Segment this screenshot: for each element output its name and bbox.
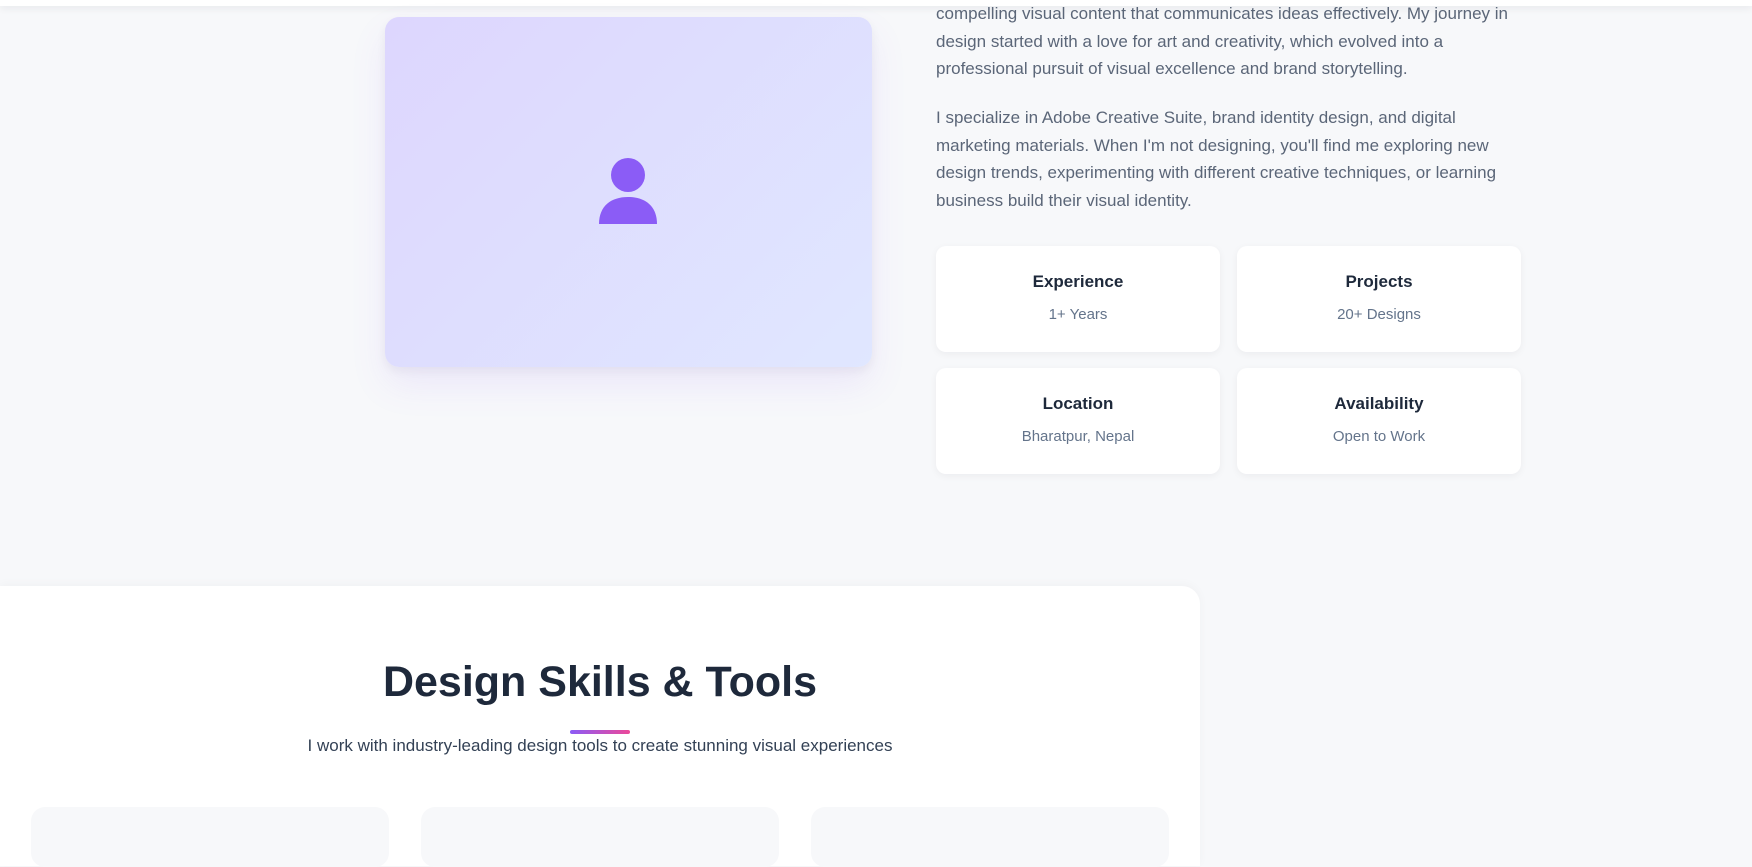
stat-title: Experience: [1032, 272, 1124, 291]
stat-title: Location: [1042, 394, 1114, 413]
stat-card-location: Location Bharatpur, Nepal: [936, 368, 1220, 474]
tool-card[interactable]: [31, 807, 389, 867]
tool-card[interactable]: [811, 807, 1169, 867]
stat-title: Projects: [1345, 272, 1413, 291]
stat-card-experience: Experience 1+ Years: [936, 246, 1220, 352]
tool-card[interactable]: [421, 807, 779, 867]
stat-value: 1+ Years: [1048, 306, 1108, 323]
stat-value: Bharatpur, Nepal: [1021, 428, 1135, 445]
title-accent-bar: [570, 730, 630, 734]
user-icon: [599, 158, 657, 224]
stat-title: Availability: [1334, 394, 1424, 413]
skills-subtitle: I work with industry-leading design tool…: [307, 736, 893, 755]
stat-value: Open to Work: [1332, 428, 1426, 445]
about-paragraph-2: I specialize in Adobe Creative Suite, br…: [936, 108, 1497, 210]
stat-card-projects: Projects 20+ Designs: [1237, 246, 1521, 352]
skills-title: Design Skills & Tools: [382, 658, 818, 706]
stat-card-availability: Availability Open to Work: [1237, 368, 1521, 474]
stat-value: 20+ Designs: [1337, 306, 1421, 323]
about-paragraph-1: compelling visual content that communica…: [936, 4, 1508, 78]
